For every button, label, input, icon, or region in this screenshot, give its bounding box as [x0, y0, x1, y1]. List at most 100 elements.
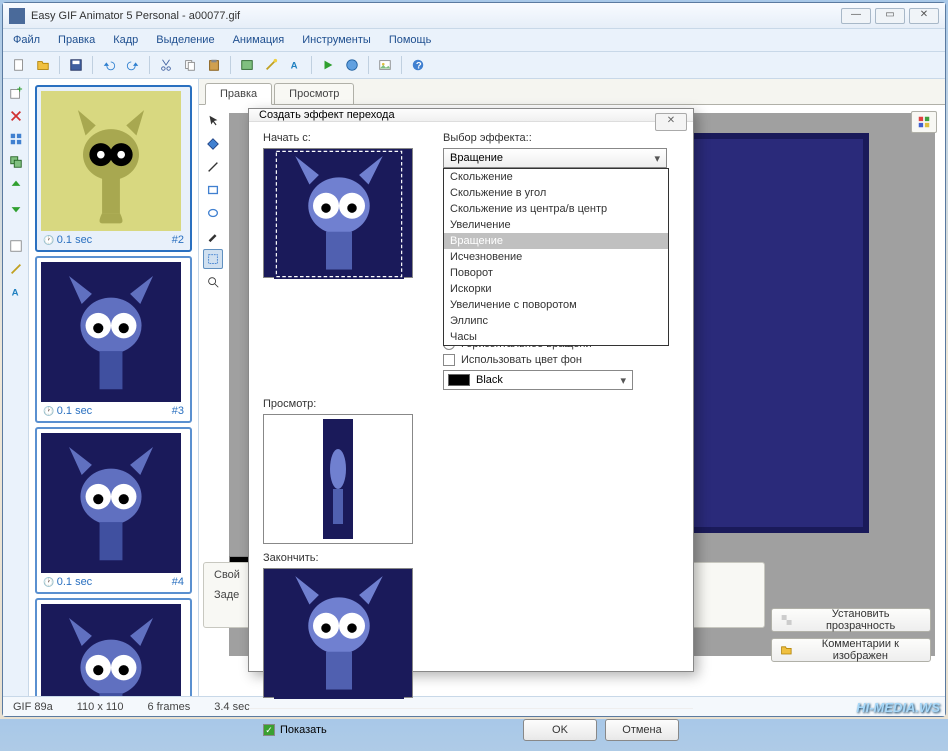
effect-option[interactable]: Скольжение из центра/в центр: [444, 201, 668, 217]
effect-combobox[interactable]: Вращение Скольжение Скольжение в угол Ск…: [443, 148, 667, 168]
effect-option[interactable]: Поворот: [444, 265, 668, 281]
menu-selection[interactable]: Выделение: [152, 32, 218, 48]
rect-icon[interactable]: [203, 180, 223, 200]
frame-item[interactable]: 0.1 sec #2: [35, 85, 192, 252]
show-label: Показать: [280, 724, 327, 736]
new-icon[interactable]: [9, 55, 29, 75]
edit-frame-icon[interactable]: [6, 236, 26, 256]
tab-edit[interactable]: Правка: [205, 83, 272, 105]
frame-thumbnail: [41, 91, 181, 231]
move-down-icon[interactable]: [6, 198, 26, 218]
frame-duration: 0.1 sec: [43, 234, 92, 246]
use-bgcolor-checkbox[interactable]: Использовать цвет фон: [443, 354, 679, 366]
maximize-button[interactable]: ▭: [875, 8, 905, 24]
line-icon[interactable]: [203, 157, 223, 177]
text-a-icon[interactable]: A: [285, 55, 305, 75]
menu-help[interactable]: Помощь: [385, 32, 436, 48]
effect-selected: Вращение: [450, 152, 503, 164]
effect-label: Выбор эффекта::: [443, 132, 679, 144]
duplicate-icon[interactable]: [6, 152, 26, 172]
undo-icon[interactable]: [99, 55, 119, 75]
editor-tabs: Правка Просмотр: [199, 79, 945, 104]
effect-option[interactable]: Скольжение в угол: [444, 185, 668, 201]
redo-icon[interactable]: [123, 55, 143, 75]
zoom-icon[interactable]: [203, 272, 223, 292]
frame-item[interactable]: 0.1 sec#4: [35, 427, 192, 594]
play-icon[interactable]: [318, 55, 338, 75]
frame-duration: 0.1 sec: [43, 576, 92, 588]
menu-animation[interactable]: Анимация: [229, 32, 289, 48]
copy-icon[interactable]: [180, 55, 200, 75]
status-frames: 6 frames: [147, 701, 190, 713]
status-format: GIF 89a: [13, 701, 53, 713]
image-icon[interactable]: [237, 55, 257, 75]
add-frame-icon[interactable]: +: [6, 83, 26, 103]
frame-thumbnail: [41, 604, 181, 696]
save-icon[interactable]: [66, 55, 86, 75]
effect-option[interactable]: Часы: [444, 329, 668, 345]
wand-icon[interactable]: [261, 55, 281, 75]
app-icon: [9, 8, 25, 24]
effect-option[interactable]: Скольжение: [444, 169, 668, 185]
svg-text:+: +: [16, 86, 22, 95]
color-panel-icon[interactable]: [911, 111, 937, 133]
close-button[interactable]: ✕: [909, 8, 939, 24]
transition-effect-dialog: Создать эффект перехода ✕ Начать с: Выбо…: [248, 108, 694, 672]
globe-icon[interactable]: [342, 55, 362, 75]
effect-option[interactable]: Увеличение: [444, 217, 668, 233]
set-transparency-button[interactable]: Установить прозрачность: [771, 608, 931, 632]
bgcolor-combobox[interactable]: Black: [443, 370, 633, 390]
svg-text:A: A: [11, 288, 18, 299]
picture-icon[interactable]: [375, 55, 395, 75]
ok-button[interactable]: OK: [523, 719, 597, 741]
show-checkbox[interactable]: Показать: [263, 724, 327, 736]
effect-option-selected[interactable]: Вращение: [444, 233, 668, 249]
paste-icon[interactable]: [204, 55, 224, 75]
eyedropper-icon[interactable]: [203, 226, 223, 246]
window-title: Easy GIF Animator 5 Personal - a00077.gi…: [31, 10, 841, 22]
comments-button[interactable]: Комментарии к изображен: [771, 638, 931, 662]
marquee-icon[interactable]: [203, 249, 223, 269]
frame-index: #2: [172, 234, 184, 246]
delete-frame-icon[interactable]: [6, 106, 26, 126]
menubar: Файл Правка Кадр Выделение Анимация Инст…: [3, 29, 945, 52]
effect-option[interactable]: Исчезновение: [444, 249, 668, 265]
effect-dropdown: Скольжение Скольжение в угол Скольжение …: [443, 168, 669, 346]
effect-option[interactable]: Эллипс: [444, 313, 668, 329]
open-icon[interactable]: [33, 55, 53, 75]
wand2-icon[interactable]: [6, 259, 26, 279]
status-size: 110 x 110: [77, 701, 124, 713]
watermark: HI-MEDIA.WS: [856, 700, 940, 715]
minimize-button[interactable]: —: [841, 8, 871, 24]
effect-option[interactable]: Увеличение с поворотом: [444, 297, 668, 313]
drawing-tools: [199, 105, 227, 298]
menu-edit[interactable]: Правка: [54, 32, 99, 48]
frame-item[interactable]: [35, 598, 192, 696]
frame-item[interactable]: 0.1 sec#3: [35, 256, 192, 423]
fill-icon[interactable]: [203, 134, 223, 154]
end-label: Закончить:: [263, 552, 423, 564]
checkbox-icon: [443, 354, 455, 366]
help-icon[interactable]: ?: [408, 55, 428, 75]
pointer-icon[interactable]: [203, 111, 223, 131]
menu-frame[interactable]: Кадр: [109, 32, 142, 48]
cancel-button[interactable]: Отмена: [605, 719, 679, 741]
menu-file[interactable]: Файл: [9, 32, 44, 48]
ellipse-icon[interactable]: [203, 203, 223, 223]
end-preview: [263, 568, 413, 698]
move-up-icon[interactable]: [6, 175, 26, 195]
status-duration: 3.4 sec: [214, 701, 249, 713]
dialog-title: Создать эффект перехода: [259, 109, 395, 121]
effect-option[interactable]: Искорки: [444, 281, 668, 297]
dialog-close-button[interactable]: ✕: [655, 113, 687, 131]
titlebar: Easy GIF Animator 5 Personal - a00077.gi…: [3, 3, 945, 29]
frame-thumbnail: [41, 433, 181, 573]
color-chip: [448, 374, 470, 386]
select-all-icon[interactable]: [6, 129, 26, 149]
text-a2-icon[interactable]: A: [6, 282, 26, 302]
tab-preview[interactable]: Просмотр: [274, 83, 354, 104]
cut-icon[interactable]: [156, 55, 176, 75]
frame-toolbar: + A: [3, 79, 29, 696]
menu-tools[interactable]: Инструменты: [298, 32, 375, 48]
frame-list[interactable]: 0.1 sec #2 0.1 sec#3 0.1 sec#4: [29, 79, 199, 696]
